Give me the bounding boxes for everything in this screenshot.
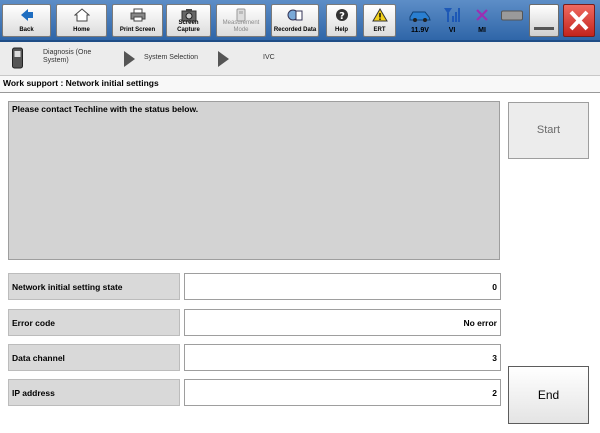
page-title: Work support : Network initial settings bbox=[3, 78, 159, 88]
battery-voltage-status: 11.9V bbox=[404, 4, 436, 37]
end-button-label: End bbox=[537, 388, 560, 402]
recorded-data-button[interactable]: Recorded Data bbox=[271, 4, 319, 37]
recorded-data-icon bbox=[272, 7, 318, 23]
message-text: Please contact Techline with the status … bbox=[12, 104, 199, 114]
vi-status: VI bbox=[436, 4, 468, 37]
row-value-data-channel: 3 bbox=[184, 344, 501, 371]
home-button[interactable]: Home bbox=[56, 4, 107, 37]
minimize-icon bbox=[534, 27, 554, 30]
row-label-network-state: Network initial setting state bbox=[8, 273, 180, 300]
breadcrumb-item-ivc: IVC bbox=[263, 54, 275, 61]
breadcrumb-arrow-icon bbox=[124, 51, 135, 67]
minimize-button[interactable] bbox=[529, 4, 559, 37]
warning-triangle-icon bbox=[364, 7, 395, 23]
car-icon bbox=[404, 5, 436, 25]
help-icon: ? bbox=[327, 7, 356, 23]
start-button-label: Start bbox=[536, 124, 561, 136]
measurement-mode-button[interactable]: Measurement Mode bbox=[216, 4, 266, 37]
start-button[interactable]: Start bbox=[508, 102, 589, 159]
breadcrumb-item-system-selection[interactable]: System Selection bbox=[144, 54, 198, 61]
keyboard-icon[interactable] bbox=[501, 9, 523, 21]
page-title-bar: Work support : Network initial settings bbox=[0, 76, 600, 93]
svg-text:?: ? bbox=[339, 11, 345, 22]
breadcrumb: Diagnosis (One System) System Selection … bbox=[0, 42, 600, 76]
mi-status: MI bbox=[466, 4, 498, 37]
breadcrumb-item-diagnosis[interactable]: Diagnosis (One System) bbox=[43, 49, 105, 65]
end-button[interactable]: End bbox=[508, 366, 589, 424]
close-button[interactable] bbox=[563, 4, 595, 37]
back-button[interactable]: Back bbox=[2, 4, 51, 37]
close-icon bbox=[569, 10, 589, 31]
printer-icon bbox=[113, 7, 162, 23]
mi-x-icon bbox=[466, 5, 498, 25]
vi-device-icon bbox=[11, 47, 24, 69]
row-value-error-code: No error bbox=[184, 309, 501, 336]
row-label-data-channel: Data channel bbox=[8, 344, 180, 371]
help-button[interactable]: ? Help bbox=[326, 4, 357, 37]
breadcrumb-arrow-icon bbox=[218, 51, 229, 67]
top-toolbar: Back Home Print Screen Screen Capture Me… bbox=[0, 0, 600, 42]
row-label-error-code: Error code bbox=[8, 309, 180, 336]
screen-capture-button[interactable]: Screen Capture bbox=[166, 4, 211, 37]
message-panel: Please contact Techline with the status … bbox=[8, 101, 500, 260]
row-value-ip-address: 2 bbox=[184, 379, 501, 406]
print-screen-button[interactable]: Print Screen bbox=[112, 4, 163, 37]
signal-icon bbox=[436, 5, 468, 25]
back-arrow-icon bbox=[3, 7, 50, 23]
row-value-network-state: 0 bbox=[184, 273, 501, 300]
home-icon bbox=[57, 7, 106, 23]
row-label-ip-address: IP address bbox=[8, 379, 180, 406]
ert-button[interactable]: ERT bbox=[363, 4, 396, 37]
